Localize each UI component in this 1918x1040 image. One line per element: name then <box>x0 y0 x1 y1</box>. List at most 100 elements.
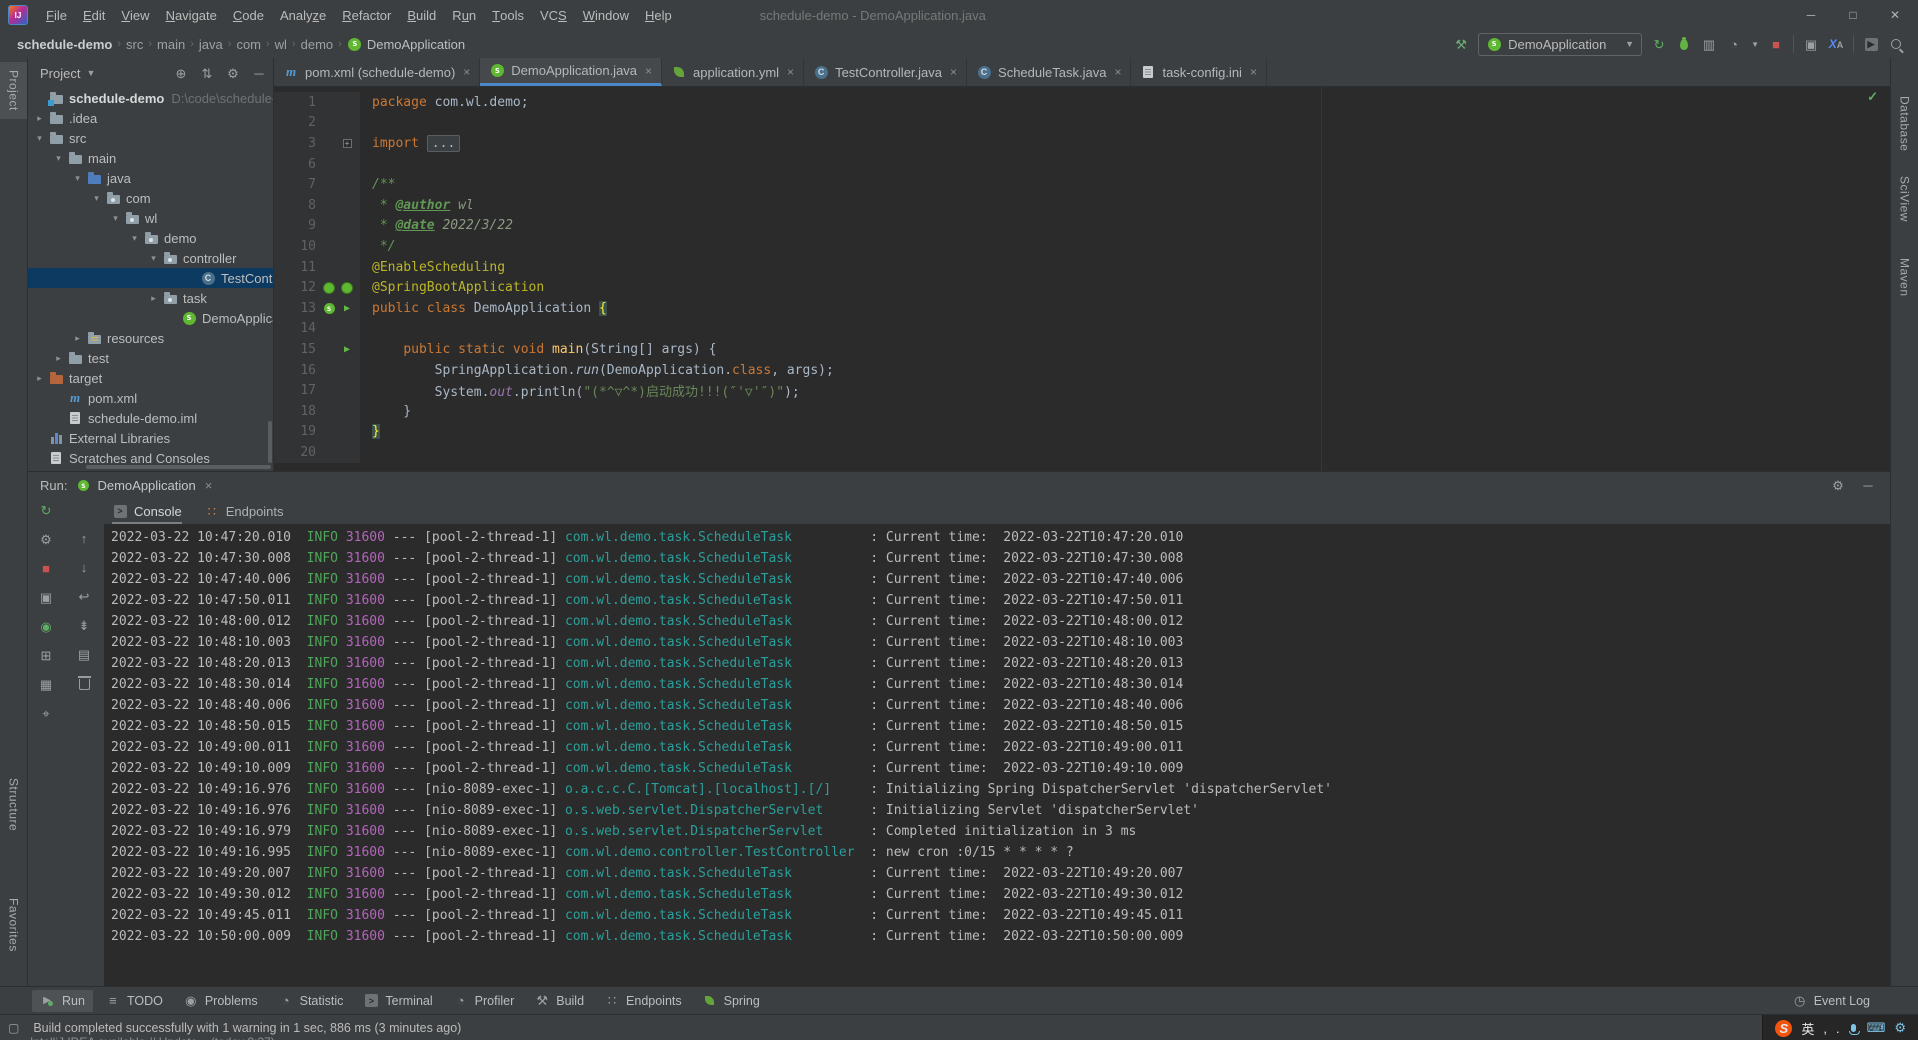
tool-windows-icon[interactable]: ▣ <box>1803 36 1819 52</box>
tree-row-controller[interactable]: ▾controller <box>28 248 273 268</box>
editor-tab-pom-xml-schedule-demo-[interactable]: mpom.xml (schedule-demo)× <box>274 58 480 86</box>
sogou-logo-icon[interactable]: S <box>1775 1020 1792 1037</box>
horizontal-scrollbar[interactable] <box>86 465 271 469</box>
tree-row-task[interactable]: ▸task <box>28 288 273 308</box>
menu-item-run[interactable]: Run <box>444 0 484 30</box>
menu-item-analyze[interactable]: Analyze <box>272 0 334 30</box>
stop-icon[interactable]: ■ <box>1768 36 1784 52</box>
tree-expanded-icon[interactable]: ▾ <box>145 253 162 264</box>
tool-tab-favorites[interactable]: Favorites <box>0 890 27 960</box>
tree-collapsed-icon[interactable]: ▸ <box>50 353 67 364</box>
run-icon[interactable]: ▶ <box>339 341 355 357</box>
spring-bean-icon[interactable] <box>321 280 337 296</box>
toolwindow-tab-statistic[interactable]: ◔Statistic <box>270 990 352 1012</box>
minimize-window-icon[interactable]: ─ <box>1794 2 1828 28</box>
coverage-icon[interactable]: ▥ <box>1701 36 1717 52</box>
tree-row-demoapplication[interactable]: sDemoApplication <box>28 308 273 328</box>
tab-endpoints[interactable]: ∷ Endpoints <box>204 498 284 524</box>
breadcrumb-item-schedule-demo[interactable]: schedule-demo <box>14 37 115 52</box>
debug-icon[interactable] <box>1676 36 1692 52</box>
tree-row-testcontroller[interactable]: CTestController <box>28 268 273 288</box>
menu-item-view[interactable]: View <box>113 0 157 30</box>
hide-icon[interactable]: ─ <box>251 65 267 81</box>
stop-icon[interactable]: ■ <box>38 560 54 576</box>
up-stack-icon[interactable]: ↑ <box>76 530 92 546</box>
build-hammer-icon[interactable]: ⚒ <box>1453 36 1469 52</box>
boot-run-icon[interactable]: s <box>321 300 337 316</box>
breadcrumb-item-main[interactable]: main <box>154 37 188 52</box>
ime-punct-period[interactable]: . <box>1836 1021 1840 1036</box>
tool-tab-sciview[interactable]: SciView <box>1891 168 1918 230</box>
close-icon[interactable]: × <box>950 65 957 79</box>
close-icon[interactable]: × <box>645 64 652 78</box>
vertical-scrollbar[interactable] <box>268 421 272 463</box>
settings-gear-icon[interactable]: ⚙ <box>1830 477 1846 493</box>
menu-item-code[interactable]: Code <box>225 0 272 30</box>
close-window-icon[interactable]: ✕ <box>1878 2 1912 28</box>
close-icon[interactable]: × <box>205 478 213 493</box>
tree-row--idea[interactable]: ▸.idea <box>28 108 273 128</box>
locate-icon[interactable]: ⊕ <box>173 65 189 81</box>
tree-expanded-icon[interactable]: ▾ <box>69 173 86 184</box>
run-config-tab[interactable]: s DemoApplication × <box>75 477 212 493</box>
tree-row-com[interactable]: ▾com <box>28 188 273 208</box>
breadcrumb-item-wl[interactable]: wl <box>272 37 290 52</box>
profiler-icon[interactable]: ◔ <box>1726 36 1742 52</box>
inspections-ok-icon[interactable]: ✓ <box>1867 89 1878 105</box>
toolwindow-tab-problems[interactable]: ◉Problems <box>175 990 266 1012</box>
menu-item-build[interactable]: Build <box>399 0 444 30</box>
tab-console[interactable]: > Console <box>112 498 182 524</box>
project-panel-title[interactable]: Project <box>40 66 80 81</box>
menu-item-tools[interactable]: Tools <box>484 0 532 30</box>
keyboard-icon[interactable]: ⌨ <box>1867 1020 1886 1036</box>
menu-item-refactor[interactable]: Refactor <box>334 0 399 30</box>
breadcrumb-item-java[interactable]: java <box>196 37 226 52</box>
hide-icon[interactable]: ─ <box>1860 477 1876 493</box>
menu-item-window[interactable]: Window <box>575 0 637 30</box>
soft-wrap-icon[interactable]: ↩ <box>76 588 92 604</box>
microphone-icon[interactable] <box>1851 1024 1856 1032</box>
run-icon[interactable]: ▶ <box>339 300 355 316</box>
breadcrumb-item-src[interactable]: src <box>123 37 146 52</box>
run-configuration-select[interactable]: sDemoApplication▼ <box>1478 33 1642 56</box>
profiler-snapshot-icon[interactable]: ◉ <box>38 618 54 634</box>
ime-punct-comma[interactable]: , <box>1823 1021 1827 1036</box>
close-icon[interactable]: × <box>787 65 794 79</box>
tree-row-schedule-demo-iml[interactable]: schedule-demo.iml <box>28 408 273 428</box>
menu-item-vcs[interactable]: VCS <box>532 0 575 30</box>
toolwindow-tab-endpoints[interactable]: ∷Endpoints <box>596 990 690 1012</box>
tree-collapsed-icon[interactable]: ▸ <box>31 373 48 384</box>
toolwindow-tab-spring[interactable]: Spring <box>694 990 768 1012</box>
toolwindow-tab-build[interactable]: ⚒Build <box>526 990 592 1012</box>
spring-bean-icon[interactable] <box>339 280 355 296</box>
pin-icon[interactable]: ⌖ <box>38 705 54 721</box>
menu-item-file[interactable]: File <box>38 0 75 30</box>
close-icon[interactable]: × <box>1114 65 1121 79</box>
toolwindow-tab-terminal[interactable]: >Terminal <box>355 990 440 1012</box>
ime-toolbar[interactable]: S 英 , . ⌨ ⚙ <box>1762 1015 1918 1040</box>
tree-expanded-icon[interactable]: ▾ <box>88 193 105 204</box>
tool-tab-database[interactable]: Database <box>1891 88 1918 159</box>
tree-row-java[interactable]: ▾java <box>28 168 273 188</box>
toolwindow-tab-run[interactable]: ▶Run <box>32 990 93 1012</box>
ime-settings-icon[interactable]: ⚙ <box>1894 1020 1906 1036</box>
editor-tab-scheduletask-java[interactable]: CScheduleTask.java× <box>967 58 1131 86</box>
ime-language[interactable]: 英 <box>1801 1019 1814 1038</box>
menu-item-edit[interactable]: Edit <box>75 0 113 30</box>
fold-plus-icon[interactable]: + <box>339 135 355 151</box>
screencast-icon[interactable]: ▶ <box>1863 36 1879 52</box>
tree-expanded-icon[interactable]: ▾ <box>107 213 124 224</box>
tree-row-demo[interactable]: ▾demo <box>28 228 273 248</box>
down-stack-icon[interactable]: ↓ <box>76 559 92 575</box>
tool-tab-maven[interactable]: Maven <box>1891 250 1918 305</box>
editor-tab-testcontroller-java[interactable]: CTestController.java× <box>804 58 967 86</box>
clear-icon[interactable] <box>76 675 92 691</box>
breadcrumb-item-DemoApplication[interactable]: sDemoApplication <box>344 36 468 52</box>
tree-row-src[interactable]: ▾src <box>28 128 273 148</box>
tool-tab-project[interactable]: Project <box>0 62 27 119</box>
settings-wrench-icon[interactable]: ⚙ <box>38 531 54 547</box>
toolwindow-tab-profiler[interactable]: ◔Profiler <box>445 990 523 1012</box>
breadcrumb-item-com[interactable]: com <box>233 37 264 52</box>
scroll-end-icon[interactable]: ⇟ <box>76 617 92 633</box>
editor-tab-demoapplication-java[interactable]: sDemoApplication.java× <box>480 58 662 86</box>
